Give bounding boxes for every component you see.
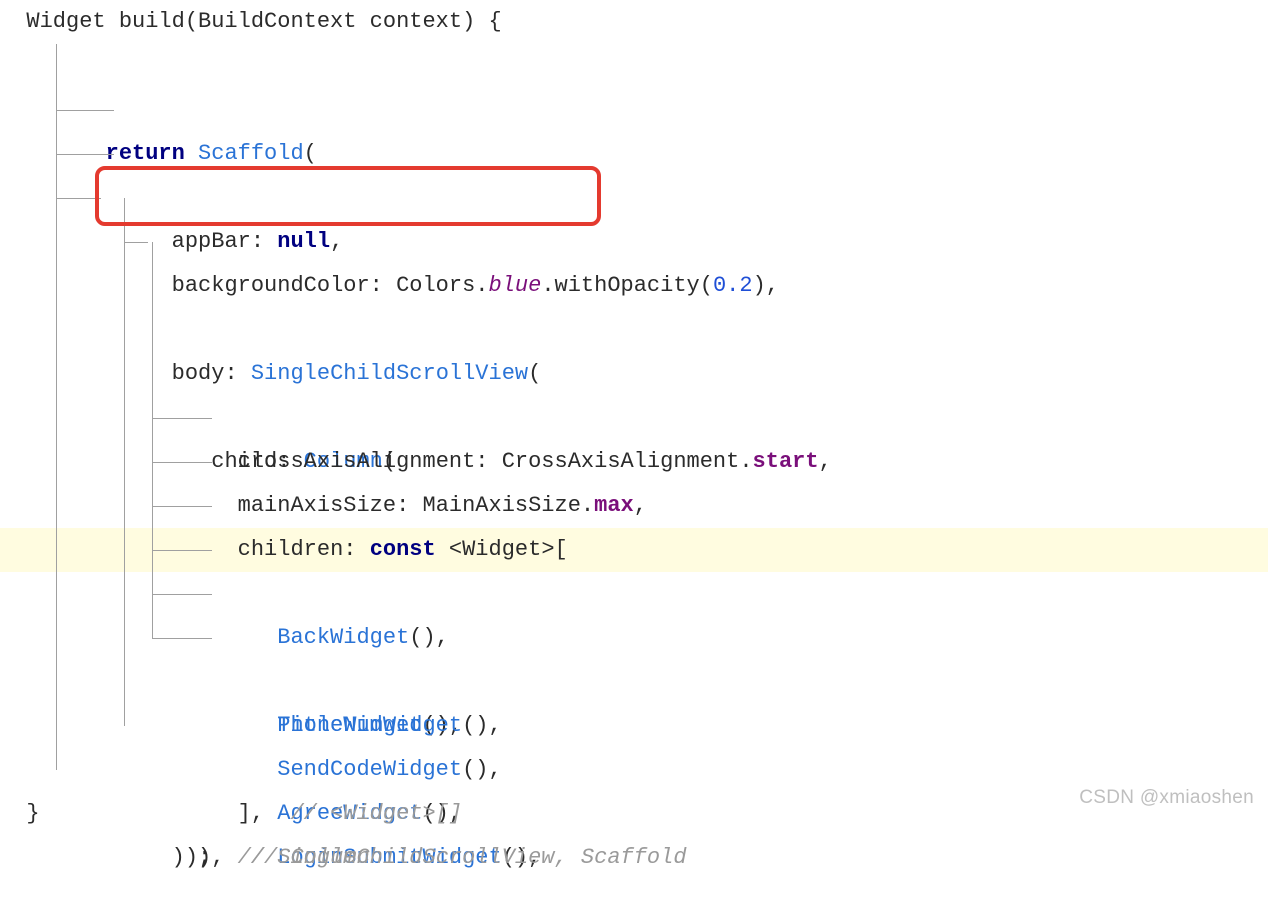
code-text: Widget build(BuildContext context) { [0, 9, 502, 34]
code-line: PhoneNumWidget(), [0, 484, 1268, 528]
code-line-highlighted: TitleWidget(), [0, 440, 1268, 484]
annotation-highlight-box [95, 166, 601, 226]
code-line: } [0, 792, 1268, 836]
code-line: BackWidget(), [0, 396, 1268, 440]
code-line: ), // Column [0, 704, 1268, 748]
code-line: SendCodeWidget(), [0, 528, 1268, 572]
code-line: Widget build(BuildContext context) { [0, 0, 1268, 44]
code-line: AgreeWidget(), [0, 572, 1268, 616]
code-line: LoginSubmitWidget(), [0, 616, 1268, 660]
code-line: mainAxisSize: MainAxisSize.max, [0, 308, 1268, 352]
code-line: )); // SingleChildScrollView, Scaffold [0, 748, 1268, 792]
watermark-text: CSDN @xmiaoshen [1079, 776, 1254, 820]
code-text: } [0, 801, 40, 826]
code-line: return Scaffold( [0, 44, 1268, 88]
code-line: appBar: null, [0, 88, 1268, 132]
code-line: crossAxisAlignment: CrossAxisAlignment.s… [0, 264, 1268, 308]
comment-scaffold: // SingleChildScrollView, Scaffold [238, 845, 687, 870]
code-line: ], // <Widget>[] [0, 660, 1268, 704]
code-editor[interactable]: Widget build(BuildContext context) { ret… [0, 0, 1268, 836]
code-line: children: const <Widget>[ [0, 352, 1268, 396]
code-line: child: Column( [0, 220, 1268, 264]
code-line: body: SingleChildScrollView( [0, 176, 1268, 220]
